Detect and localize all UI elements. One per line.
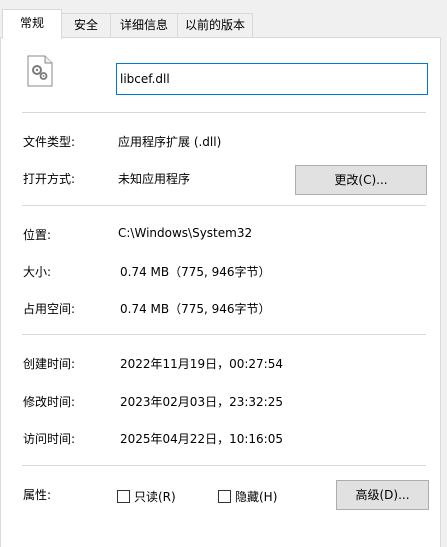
location-value: C:\Windows\System32 bbox=[118, 226, 253, 240]
attributes-label: 属性: bbox=[23, 488, 52, 502]
checkbox-box[interactable] bbox=[218, 489, 231, 503]
created-value: 2022年11月19日，00:27:54 bbox=[120, 357, 283, 371]
created-label: 创建时间: bbox=[23, 357, 76, 371]
file-type-value: 应用程序扩展 (.dll) bbox=[118, 135, 222, 149]
file-gear-icon bbox=[27, 55, 53, 87]
file-name-input[interactable] bbox=[116, 63, 428, 95]
general-panel bbox=[0, 37, 441, 547]
advanced-button[interactable]: 高级(D)... bbox=[336, 480, 429, 510]
tab-security[interactable]: 安全 bbox=[61, 13, 111, 37]
opens-with-label: 打开方式: bbox=[23, 172, 76, 186]
size-on-disk-value: 0.74 MB（775, 946字节） bbox=[120, 302, 271, 316]
divider bbox=[22, 334, 426, 335]
opens-with-value: 未知应用程序 bbox=[118, 172, 191, 186]
tab-strip: 常规 安全 详细信息 以前的版本 bbox=[0, 0, 447, 39]
checkbox-box[interactable] bbox=[117, 489, 130, 503]
accessed-value: 2025年04月22日，10:16:05 bbox=[120, 432, 283, 446]
location-label: 位置: bbox=[23, 228, 52, 242]
divider bbox=[22, 112, 426, 113]
divider bbox=[22, 465, 426, 466]
hidden-checkbox[interactable]: 隐藏(H) bbox=[218, 488, 277, 504]
size-on-disk-label: 占用空间: bbox=[23, 302, 76, 316]
readonly-checkbox[interactable]: 只读(R) bbox=[117, 488, 176, 504]
size-value: 0.74 MB（775, 946字节） bbox=[120, 265, 271, 279]
change-button[interactable]: 更改(C)... bbox=[295, 165, 427, 195]
size-label: 大小: bbox=[23, 265, 52, 279]
tab-general[interactable]: 常规 bbox=[2, 9, 62, 39]
tab-previous-versions[interactable]: 以前的版本 bbox=[177, 13, 253, 37]
tab-details[interactable]: 详细信息 bbox=[110, 13, 178, 37]
divider bbox=[22, 205, 426, 206]
file-type-label: 文件类型: bbox=[23, 135, 76, 149]
modified-label: 修改时间: bbox=[23, 395, 76, 409]
accessed-label: 访问时间: bbox=[23, 432, 76, 446]
readonly-checkbox-label: 只读(R) bbox=[134, 489, 176, 504]
hidden-checkbox-label: 隐藏(H) bbox=[235, 489, 278, 504]
modified-value: 2023年02月03日，23:32:25 bbox=[120, 395, 283, 409]
